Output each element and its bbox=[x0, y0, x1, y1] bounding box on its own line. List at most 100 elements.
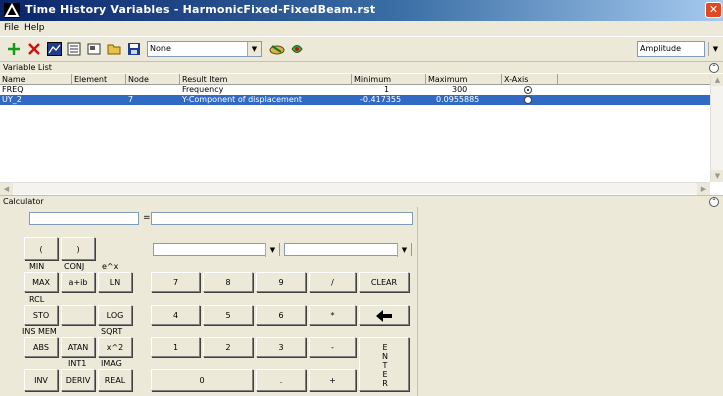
list-icon[interactable] bbox=[65, 40, 83, 58]
variable-select-1[interactable]: ▼ bbox=[153, 243, 280, 257]
epowx-label: e^x bbox=[102, 262, 119, 271]
collapse-icon[interactable]: ⌃ bbox=[709, 63, 719, 73]
divide-button[interactable]: / bbox=[309, 272, 356, 292]
digit-7-button[interactable]: 7 bbox=[151, 272, 200, 292]
calculator-header[interactable]: Calculator ⌃ bbox=[0, 195, 723, 207]
scroll-right-icon[interactable]: ▶ bbox=[697, 183, 710, 195]
export-icon[interactable] bbox=[288, 40, 306, 58]
variable-name-input[interactable] bbox=[29, 212, 139, 225]
decimal-button[interactable]: . bbox=[256, 369, 306, 391]
variable-list-title: Variable List bbox=[3, 63, 52, 72]
rparen-button[interactable]: ) bbox=[61, 237, 95, 260]
menu-help[interactable]: Help bbox=[24, 23, 45, 33]
blank-button[interactable] bbox=[61, 305, 95, 325]
open-icon[interactable] bbox=[105, 40, 123, 58]
backspace-button[interactable] bbox=[359, 305, 409, 325]
digit-5-button[interactable]: 5 bbox=[203, 305, 253, 325]
min-label: MIN bbox=[29, 262, 45, 271]
max-button[interactable]: MAX bbox=[24, 272, 58, 292]
scroll-down-icon[interactable]: ▼ bbox=[711, 170, 723, 182]
delete-variable-icon[interactable] bbox=[25, 40, 43, 58]
cell-minimum: -0.417355 bbox=[360, 95, 402, 104]
expression-input[interactable] bbox=[151, 212, 413, 225]
digit-3-button[interactable]: 3 bbox=[256, 337, 306, 357]
digit-1-button[interactable]: 1 bbox=[151, 337, 200, 357]
variable-select-2[interactable]: ▼ bbox=[284, 243, 412, 257]
enter-letter: E bbox=[382, 343, 388, 352]
column-result-item[interactable]: Result Item bbox=[180, 74, 352, 85]
column-name[interactable]: Name bbox=[0, 74, 72, 85]
a-plus-ib-button[interactable]: a+ib bbox=[61, 272, 95, 292]
digit-8-button[interactable]: 8 bbox=[203, 272, 253, 292]
cell-maximum: 300 bbox=[452, 85, 468, 94]
digit-6-button[interactable]: 6 bbox=[256, 305, 306, 325]
title-bar[interactable]: Time History Variables - HarmonicFixed-F… bbox=[0, 0, 723, 21]
column-x-axis[interactable]: X-Axis bbox=[502, 74, 558, 85]
column-spacer bbox=[558, 74, 710, 85]
digit-0-button[interactable]: 0 bbox=[151, 369, 253, 391]
column-element[interactable]: Element bbox=[72, 74, 126, 85]
lparen-button[interactable]: ( bbox=[24, 237, 58, 260]
deriv-button[interactable]: DERIV bbox=[61, 369, 95, 391]
equals-label: = bbox=[143, 213, 151, 223]
column-node[interactable]: Node bbox=[126, 74, 180, 85]
variable-table: Name Element Node Result Item Minimum Ma… bbox=[0, 74, 710, 182]
calculator-title: Calculator bbox=[3, 197, 44, 206]
enter-button[interactable]: E N T E R bbox=[359, 337, 409, 391]
vertical-scrollbar[interactable]: ▲ ▼ bbox=[710, 74, 723, 182]
scroll-left-icon[interactable]: ◀ bbox=[0, 183, 13, 195]
atan-button[interactable]: ATAN bbox=[61, 337, 95, 357]
digit-4-button[interactable]: 4 bbox=[151, 305, 200, 325]
chevron-down-icon[interactable]: ▼ bbox=[708, 42, 722, 56]
graph-icon[interactable] bbox=[45, 40, 63, 58]
menu-file[interactable]: File bbox=[4, 23, 19, 33]
horizontal-scrollbar[interactable]: ◀ ▶ bbox=[0, 182, 710, 195]
sto-button[interactable]: STO bbox=[24, 305, 58, 325]
cell-node: 7 bbox=[128, 95, 134, 104]
plus-button[interactable]: + bbox=[309, 369, 356, 391]
filter-select[interactable]: None ▼ bbox=[147, 41, 262, 57]
ln-button[interactable]: LN bbox=[98, 272, 132, 292]
variable-list-header[interactable]: Variable List ⌃ bbox=[0, 61, 723, 73]
chevron-down-icon[interactable]: ▼ bbox=[397, 243, 411, 257]
log-button[interactable]: LOG bbox=[98, 305, 132, 325]
digit-2-button[interactable]: 2 bbox=[203, 337, 253, 357]
ansys-logo-icon bbox=[4, 3, 20, 18]
add-variable-icon[interactable] bbox=[5, 40, 23, 58]
cell-result-item: Y-Component of displacement bbox=[182, 95, 302, 104]
abs-button[interactable]: ABS bbox=[24, 337, 58, 357]
real-button[interactable]: REAL bbox=[98, 369, 132, 391]
chevron-down-icon[interactable]: ▼ bbox=[265, 243, 279, 257]
inv-button[interactable]: INV bbox=[24, 369, 58, 391]
conj-label: CONJ bbox=[64, 262, 85, 271]
table-row[interactable]: UY_2 7 Y-Component of displacement -0.41… bbox=[0, 95, 710, 105]
multiply-button[interactable]: * bbox=[309, 305, 356, 325]
int1-label: INT1 bbox=[68, 359, 87, 368]
scroll-up-icon[interactable]: ▲ bbox=[711, 74, 723, 86]
table-row[interactable]: FREQ Frequency 1 300 bbox=[0, 85, 710, 95]
display-mode-value: Amplitude bbox=[640, 44, 681, 53]
enter-letter: N bbox=[382, 352, 388, 361]
x-squared-button[interactable]: x^2 bbox=[98, 337, 132, 357]
properties-icon[interactable] bbox=[85, 40, 103, 58]
save-icon[interactable] bbox=[125, 40, 143, 58]
cell-minimum: 1 bbox=[384, 85, 390, 94]
toolbar: None ▼ Amplitude ▼ bbox=[0, 37, 723, 61]
close-button[interactable]: ✕ bbox=[705, 2, 722, 18]
cell-maximum: 0.0955885 bbox=[436, 95, 480, 104]
column-maximum[interactable]: Maximum bbox=[426, 74, 502, 85]
chevron-down-icon[interactable]: ▼ bbox=[247, 42, 261, 56]
display-mode-select[interactable]: Amplitude bbox=[637, 41, 705, 57]
digit-9-button[interactable]: 9 bbox=[256, 272, 306, 292]
minus-button[interactable]: - bbox=[309, 337, 356, 357]
window-title: Time History Variables - HarmonicFixed-F… bbox=[25, 3, 376, 16]
x-axis-radio[interactable] bbox=[524, 96, 532, 104]
x-axis-radio[interactable] bbox=[524, 86, 532, 94]
clear-button[interactable]: CLEAR bbox=[359, 272, 409, 292]
backspace-arrow-icon bbox=[376, 310, 392, 322]
calculator-area: = ▼ ▼ ( ) MIN CONJ e^x MAX a+ib LN 7 8 9… bbox=[0, 207, 723, 396]
import-icon[interactable] bbox=[268, 40, 286, 58]
enter-letter: T bbox=[382, 361, 388, 370]
column-minimum[interactable]: Minimum bbox=[352, 74, 426, 85]
collapse-icon[interactable]: ⌃ bbox=[709, 197, 719, 207]
